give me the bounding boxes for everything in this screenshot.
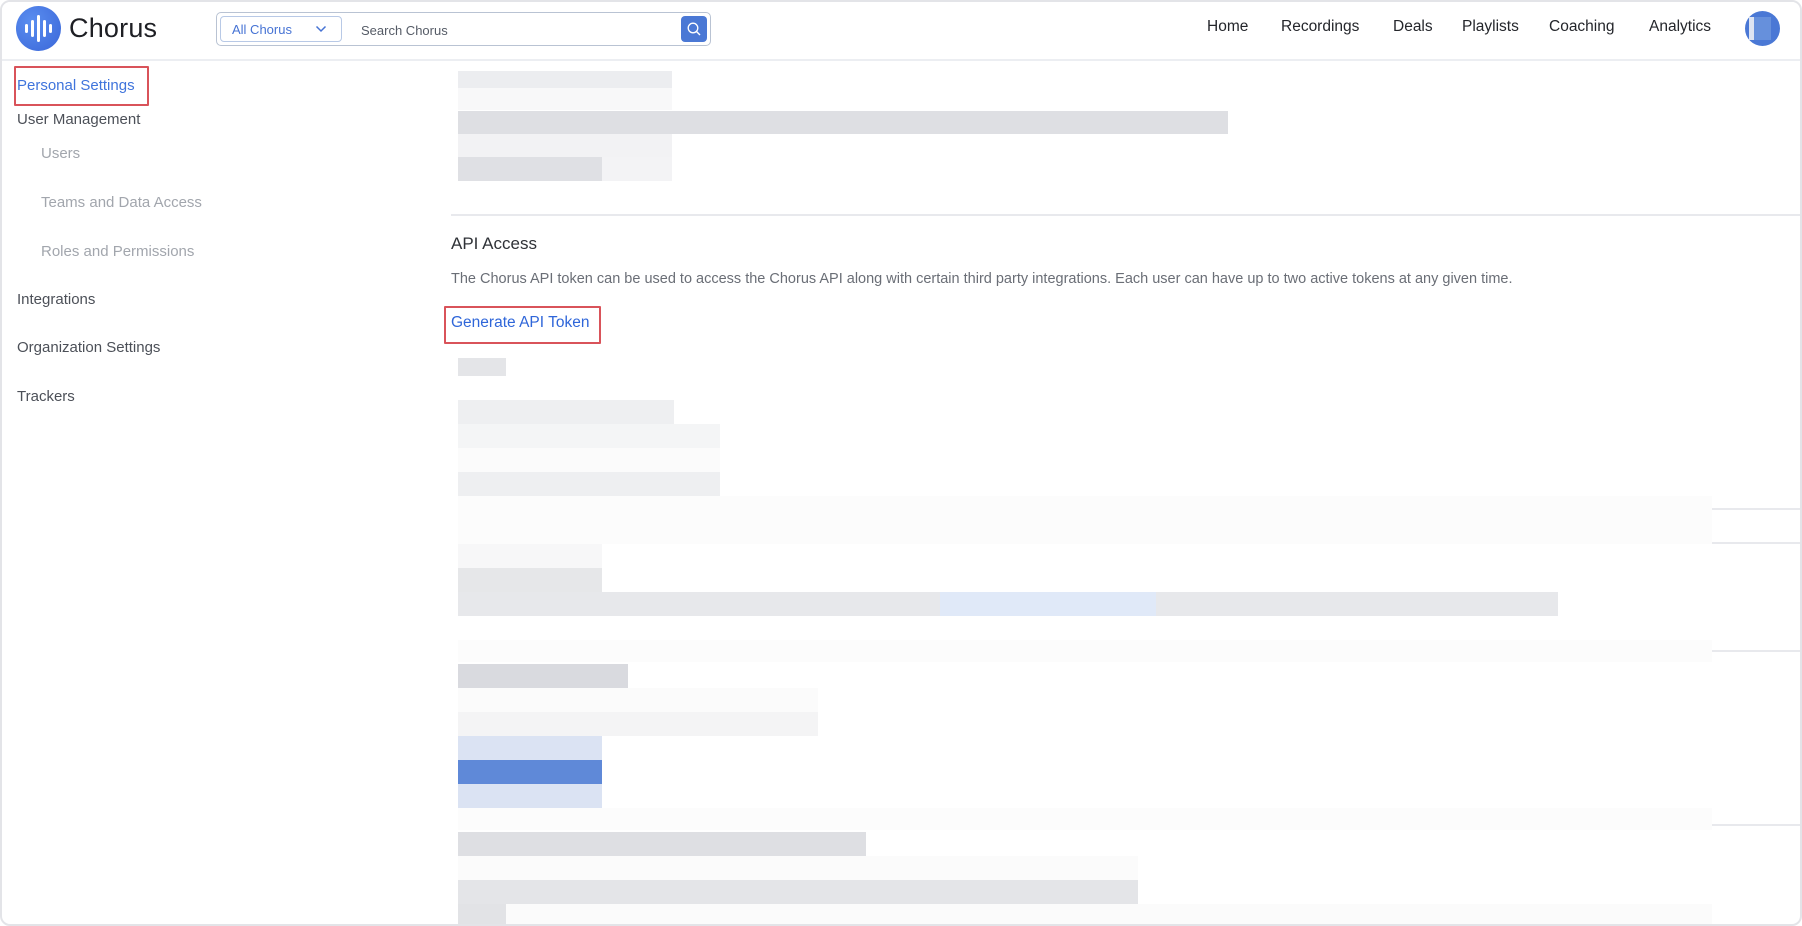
redacted-block — [458, 111, 1228, 134]
sidebar-item-teams-and-data-access[interactable]: Teams and Data Access — [41, 194, 202, 211]
redacted-block — [458, 688, 818, 712]
generate-api-token-button[interactable]: Generate API Token — [451, 314, 589, 332]
sidebar-item-personal-settings[interactable]: Personal Settings — [17, 77, 135, 94]
redacted-block — [458, 736, 602, 760]
nav-home[interactable]: Home — [1207, 18, 1248, 36]
redacted-block — [458, 157, 602, 181]
chorus-logo-icon — [16, 6, 61, 51]
nav-coaching[interactable]: Coaching — [1549, 18, 1615, 36]
redacted-block — [506, 904, 1712, 924]
redacted-block — [458, 544, 602, 568]
chorus-logo[interactable]: Chorus — [16, 6, 157, 51]
nav-recordings[interactable]: Recordings — [1281, 18, 1359, 36]
app-window: Chorus All Chorus Home Recordings Deals … — [0, 0, 1802, 926]
redacted-block — [458, 71, 672, 88]
api-access-title: API Access — [451, 234, 537, 253]
redacted-block — [458, 664, 628, 688]
section-divider — [1712, 508, 1800, 510]
settings-sidebar: Personal Settings User Management Users … — [2, 63, 432, 924]
redacted-block — [458, 904, 506, 924]
sidebar-item-integrations[interactable]: Integrations — [17, 291, 95, 308]
search-input[interactable] — [361, 17, 661, 43]
redacted-block — [458, 808, 1712, 830]
redacted-block — [458, 856, 1138, 880]
search-icon — [687, 22, 701, 36]
sidebar-item-trackers[interactable]: Trackers — [17, 388, 75, 405]
api-access-description: The Chorus API token can be used to acce… — [451, 271, 1513, 287]
redacted-block — [458, 134, 672, 157]
redacted-block — [458, 448, 720, 472]
search-bar: All Chorus — [216, 12, 711, 46]
section-divider — [1712, 542, 1800, 544]
redacted-link — [940, 592, 1156, 616]
user-avatar[interactable] — [1745, 11, 1780, 46]
redacted-block — [458, 358, 506, 376]
redacted-block — [458, 832, 866, 856]
nav-playlists[interactable]: Playlists — [1462, 18, 1519, 36]
redacted-button — [458, 760, 602, 784]
top-header: Chorus All Chorus Home Recordings Deals … — [2, 2, 1800, 61]
section-divider — [1712, 824, 1800, 826]
redacted-block — [458, 640, 1712, 662]
search-scope-dropdown[interactable]: All Chorus — [220, 16, 342, 42]
nav-analytics[interactable]: Analytics — [1649, 18, 1711, 36]
sidebar-item-roles-and-permissions[interactable]: Roles and Permissions — [41, 243, 194, 260]
redacted-block — [458, 472, 720, 496]
settings-content: API Access The Chorus API token can be u… — [432, 63, 1800, 924]
section-divider — [1712, 650, 1800, 652]
redacted-block — [458, 712, 818, 736]
sidebar-item-user-management[interactable]: User Management — [17, 111, 140, 128]
logo-text: Chorus — [69, 13, 158, 43]
redacted-block — [458, 424, 720, 448]
nav-deals[interactable]: Deals — [1393, 18, 1433, 36]
sidebar-item-users[interactable]: Users — [41, 145, 80, 162]
chevron-down-icon — [315, 25, 327, 33]
redacted-block — [458, 568, 602, 592]
redacted-block — [458, 880, 1138, 904]
redacted-block — [458, 400, 674, 424]
redacted-block — [458, 784, 602, 808]
search-scope-label: All Chorus — [232, 21, 292, 37]
redacted-block — [458, 496, 1712, 544]
section-divider — [451, 214, 1800, 216]
redacted-block — [458, 88, 672, 110]
search-button[interactable] — [681, 16, 707, 42]
redacted-block — [602, 157, 672, 181]
sidebar-item-organization-settings[interactable]: Organization Settings — [17, 339, 160, 356]
